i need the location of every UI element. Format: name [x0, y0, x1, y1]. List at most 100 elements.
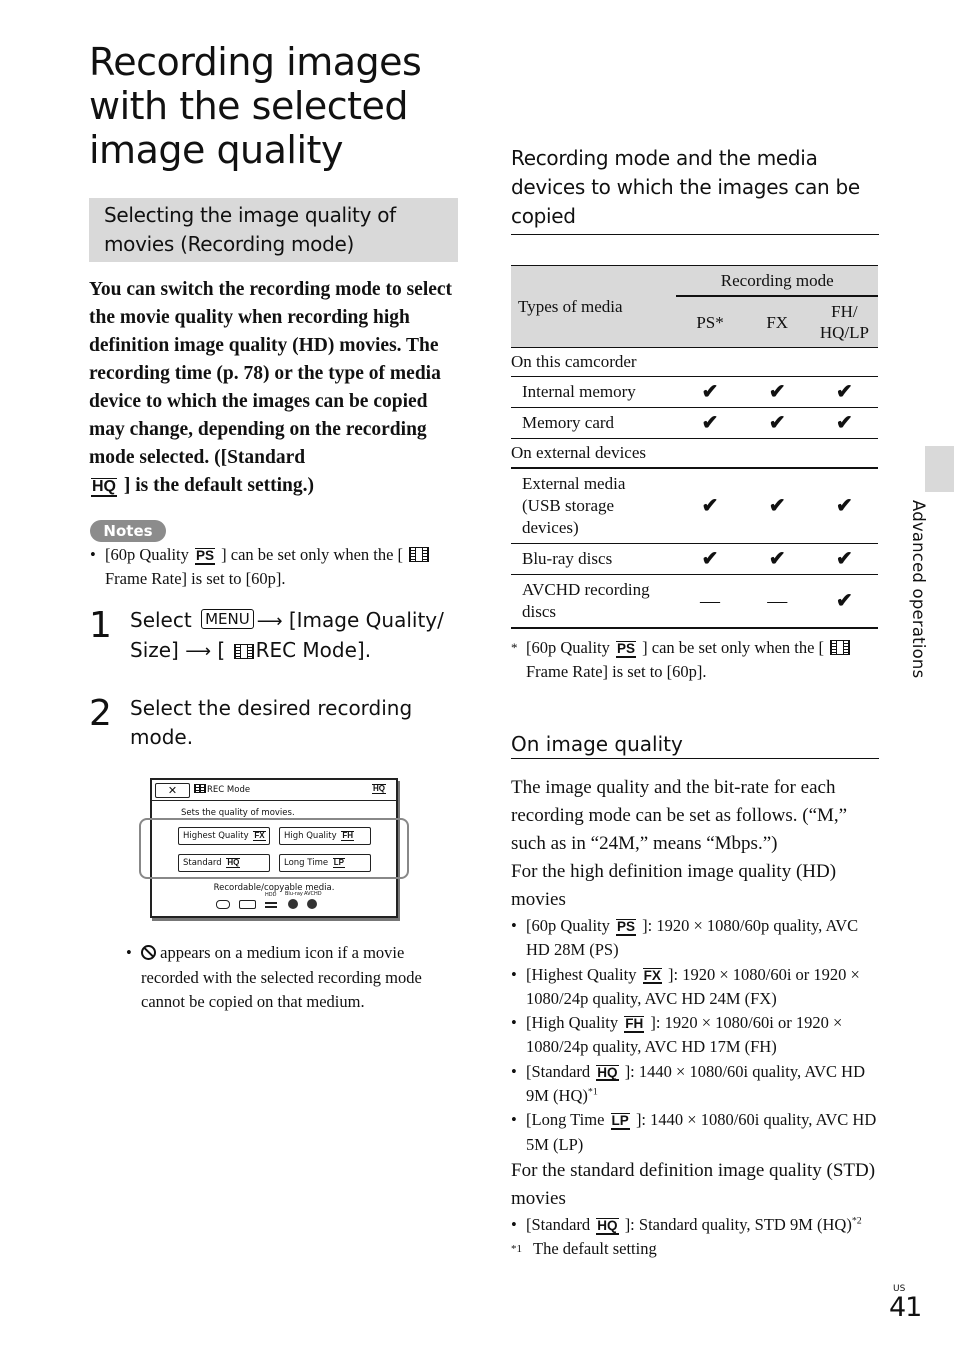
table-row: External media (USB storage devices) ✔ ✔ ✔	[511, 468, 878, 544]
bullet: •	[126, 943, 132, 962]
fx-mode-icon: FX	[642, 967, 662, 985]
arrow-icon: ⟶	[185, 641, 212, 662]
check-icon: ✔	[676, 468, 744, 544]
prohibited-icon	[141, 945, 156, 960]
media-name: Internal memory	[511, 376, 677, 408]
item-pre: [High Quality	[526, 1013, 623, 1033]
arrow-icon: ⟶	[256, 611, 283, 632]
internal-memory-icon	[216, 900, 230, 909]
footnote-mark: *1	[511, 1243, 522, 1256]
list-item: • [Standard HQ ]: 1440 × 1080/60i quality…	[511, 1060, 881, 1109]
film-icon	[830, 640, 851, 655]
item-pre: [Standard	[526, 1214, 595, 1234]
intro-text-b: ] is the default setting.)	[118, 475, 314, 496]
note-text-pre: [60p Quality	[105, 545, 193, 564]
bullet: •	[511, 964, 517, 984]
list-item-text: [Highest Quality FX ]: 1920 × 1080/60i o…	[526, 963, 881, 1012]
prohibit-text: appears on a medium icon if a movie reco…	[141, 943, 422, 1011]
footnote-text: The default setting	[533, 1239, 657, 1259]
memory-card-icon	[239, 900, 256, 909]
section-label: Advanced operations	[909, 500, 928, 679]
media-name: Blu-ray discs	[511, 543, 677, 575]
dash-icon: —	[676, 574, 744, 629]
hdd-bar	[265, 902, 277, 904]
table-row: AVCHD recording discs — — ✔	[511, 574, 878, 629]
lp-mode-icon: LP	[610, 1113, 630, 1130]
item-pre: [60p Quality	[526, 916, 614, 935]
footnote-ref: *1	[587, 1086, 598, 1098]
check-icon: ✔	[810, 376, 878, 408]
film-icon	[194, 784, 206, 793]
menu-key-icon: MENU	[201, 609, 254, 629]
media-name-text: External media (USB storage devices)	[522, 474, 626, 537]
media-name: External media (USB storage devices)	[511, 468, 677, 544]
std-intro: For the standard definition image qualit…	[511, 1159, 876, 1209]
hdd-label: HDD	[265, 892, 277, 898]
check-icon: ✔	[810, 407, 878, 439]
list-item-text: [High Quality FH ]: 1920 × 1080/60i or 1…	[526, 1011, 881, 1060]
intro-text-a: You can switch the recording mode to sel…	[89, 279, 453, 468]
bullet: •	[511, 1110, 517, 1130]
note-text-post: Frame Rate] is set to [60p].	[105, 569, 286, 588]
section-heading: Selecting the image quality of movies (R…	[89, 198, 458, 262]
list-item: • [Highest Quality FX ]: 1920 × 1080/60i …	[511, 963, 881, 1012]
step-2-text: Select the desired recording mode.	[130, 696, 413, 749]
check-icon: ✔	[810, 574, 878, 629]
media-icons: HDD Blu-ray AVCHD	[216, 891, 322, 909]
media-name: AVCHD recording discs	[511, 574, 677, 629]
list-item: • [High Quality FH ]: 1920 × 1080/60i or …	[511, 1011, 881, 1060]
media-name-text: AVCHD recording discs	[522, 580, 650, 621]
types-of-media-header: Types of media	[511, 265, 677, 348]
list-item: • [60p Quality PS ]: 1920 × 1080/60p qual…	[511, 914, 881, 963]
list-item-text: [Standard HQ ]: Standard quality, STD 9M…	[526, 1213, 862, 1237]
check-icon: ✔	[810, 543, 878, 575]
std-mode-list: • [Standard HQ ]: Standard quality, STD 9…	[511, 1213, 881, 1237]
hq-mode-icon: HQ	[596, 1064, 619, 1082]
recording-mode-media-table: Types of media Recording mode PS* FX FH/…	[511, 265, 878, 629]
item-pre: [Standard	[526, 1061, 595, 1081]
hq-mode-icon: HQ	[91, 478, 117, 497]
fh-mode-icon: FH	[624, 1016, 645, 1033]
footnote-ref: *2	[851, 1215, 862, 1227]
step-number-2: 2	[89, 693, 112, 734]
item-pre: [Highest Quality	[526, 964, 641, 984]
media-devices-heading: Recording mode and the media devices to …	[511, 144, 879, 235]
group-row: On external devices	[511, 438, 878, 469]
hd-mode-list: • [60p Quality PS ]: 1920 × 1080/60p qual…	[511, 914, 881, 1157]
group-label: On this camcorder	[511, 347, 878, 377]
bullet: •	[90, 545, 96, 564]
close-button[interactable]: ✕	[155, 783, 190, 798]
step-1-post: REC Mode].	[255, 638, 372, 662]
ps-mode-icon: PS	[616, 919, 637, 936]
default-setting-footnote: *1 The default setting	[511, 1237, 881, 1261]
check-icon: ✔	[743, 543, 811, 575]
bluray-label: Blu-ray	[285, 891, 303, 897]
check-icon: ✔	[676, 543, 744, 575]
page-title: Recording images with the selected image…	[89, 40, 422, 172]
screen-title: REC Mode	[194, 784, 250, 795]
image-quality-body: The image quality and the bit-rate for e…	[511, 774, 881, 1261]
image-quality-heading: On image quality	[511, 731, 879, 759]
ps-mode-icon: PS	[195, 548, 216, 565]
note-text: [60p Quality PS ] can be set only when t…	[105, 543, 460, 591]
notes-badge: Notes	[90, 520, 166, 542]
table-footnote: * [60p Quality PS ] can be set only when…	[511, 636, 881, 684]
check-icon: ✔	[743, 376, 811, 408]
footnote-mid: ] can be set only when the [	[638, 638, 829, 657]
check-icon: ✔	[810, 468, 878, 544]
footnote-pre: [60p Quality	[526, 638, 614, 657]
prohibit-note-text: appears on a medium icon if a movie reco…	[141, 941, 461, 1015]
film-icon	[409, 547, 430, 562]
section-tab-marker	[925, 446, 954, 492]
note-text-mid: ] can be set only when the [	[217, 545, 408, 564]
list-item: • [Long Time LP ]: 1440 × 1080/60i qualit…	[511, 1108, 881, 1157]
bluray-disc-icon: Blu-ray	[285, 891, 303, 909]
recording-mode-header: Recording mode	[676, 265, 878, 297]
list-item-text: [Standard HQ ]: 1440 × 1080/60i quality,…	[526, 1060, 881, 1109]
table-row: Internal memory ✔ ✔ ✔	[511, 376, 878, 408]
hd-intro: For the high definition image quality (H…	[511, 861, 837, 910]
check-icon: ✔	[676, 376, 744, 408]
hdd-bar	[265, 906, 277, 908]
film-icon	[233, 644, 254, 659]
group-row: On this camcorder	[511, 347, 878, 377]
